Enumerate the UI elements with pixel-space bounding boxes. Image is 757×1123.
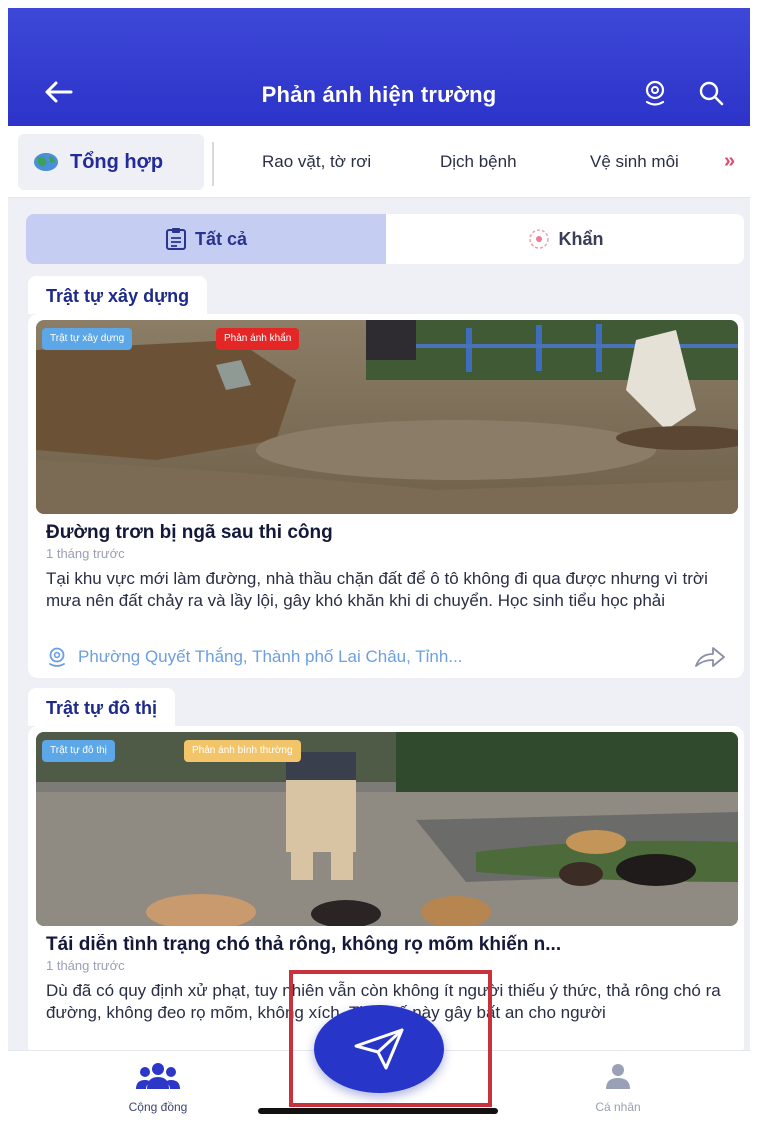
post-photo: Trật tự xây dựng Phản ánh khẩn <box>36 320 738 514</box>
group-icon <box>136 1063 180 1089</box>
share-icon <box>695 647 725 667</box>
user-icon <box>606 1064 630 1089</box>
priority-badge: Phản ánh khẩn <box>216 328 300 350</box>
post-time: 1 tháng trước <box>46 546 125 561</box>
category-more-button[interactable]: » <box>724 150 735 173</box>
search-button[interactable] <box>694 76 728 110</box>
construction-site-image <box>36 320 738 514</box>
send-report-button[interactable] <box>314 1005 444 1093</box>
filter-all-label: Tất cả <box>194 228 248 249</box>
filter-urgent-button[interactable]: Khẩn <box>386 214 744 264</box>
nav-profile[interactable]: Cá nhân <box>568 1061 668 1114</box>
post-photo: Trật tự đô thị Phản ánh bình thường <box>36 732 738 926</box>
send-icon <box>354 1028 404 1070</box>
share-button[interactable] <box>690 640 730 674</box>
category-bar: Tổng hợp Rao vặt, tờ rơi Dịch bệnh Vệ si… <box>8 126 750 198</box>
post-title: Đường trơn bị ngã sau thi công <box>46 522 333 543</box>
category-tab-epidemic[interactable]: Dịch bệnh <box>440 152 517 172</box>
post-card[interactable]: Trật tự xây dựng Phản ánh khẩn Đường trơ… <box>28 314 744 678</box>
nav-profile-label: Cá nhân <box>595 1100 641 1114</box>
priority-badge: Phản ánh bình thường <box>184 740 301 762</box>
dogs-street-image <box>36 732 738 926</box>
home-indicator <box>258 1108 498 1114</box>
section-label: Trật tự xây dựng <box>28 276 208 314</box>
post-body: Tại khu vực mới làm đường, nhà thầu chặn… <box>46 569 708 610</box>
category-badge: Trật tự đô thị <box>42 740 115 762</box>
alert-icon <box>528 229 549 249</box>
globe-icon <box>34 153 58 171</box>
post-title: Tái diễn tình trạng chó thả rông, không … <box>46 934 562 955</box>
post-time: 1 tháng trước <box>46 958 125 973</box>
search-icon <box>699 81 724 106</box>
post-location-label: Phường Quyết Thắng, Thành phố Lai Châu, … <box>78 647 463 666</box>
filter-toggle: Tất cả Khẩn <box>26 214 744 264</box>
category-tab-sanitation[interactable]: Vệ sinh môi <box>590 152 679 172</box>
app-screen: Phản ánh hiện trường Tổng hợp Rao vặt, t… <box>8 8 750 1115</box>
category-tab-classified[interactable]: Rao vặt, tờ rơi <box>262 152 371 172</box>
filter-urgent-label: Khẩn <box>558 228 604 249</box>
location-button[interactable] <box>638 76 672 110</box>
nav-community-label: Cộng đồng <box>128 1100 188 1114</box>
post-location[interactable]: Phường Quyết Thắng, Thành phố Lai Châu, … <box>46 646 463 668</box>
map-pin-icon <box>49 647 65 667</box>
filter-all-button[interactable]: Tất cả <box>26 214 386 264</box>
app-header: Phản ánh hiện trường <box>8 8 750 126</box>
category-divider <box>212 142 214 186</box>
clipboard-icon <box>165 228 186 250</box>
map-pin-icon <box>645 80 665 106</box>
section-label: Trật tự đô thị <box>28 688 176 726</box>
category-badge: Trật tự xây dựng <box>42 328 133 350</box>
category-tab-summary[interactable]: Tổng hợp <box>18 134 204 190</box>
category-tab-summary-label: Tổng hợp <box>70 150 164 173</box>
nav-community[interactable]: Cộng đồng <box>108 1061 208 1114</box>
